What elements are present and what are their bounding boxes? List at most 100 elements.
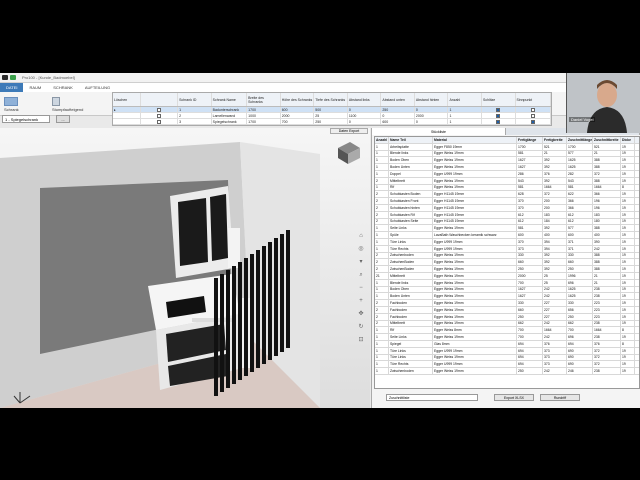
point-checkbox[interactable] (515, 107, 552, 112)
table-row[interactable]: 2 Schubkasten Rif Egger H1145 19mm 612 183 61… (375, 211, 639, 219)
col-part-name: Name Teil (389, 137, 433, 143)
table-row[interactable]: 1 Boden Oben Egger Weiss 19mm 1627 392 1625 38… (375, 157, 639, 165)
tab-schrank[interactable]: SCHRANK (47, 83, 79, 92)
table-row[interactable]: 2 Schubkasten hinten Egger H1145 19mm 370 20… (375, 204, 639, 212)
home-icon[interactable]: ⌂ (359, 233, 363, 240)
rotate-icon[interactable]: ↻ (358, 324, 363, 331)
table-row[interactable]: 1 Spiegel Glas 8mm 694 376 694 376 8 (375, 340, 639, 348)
table-row[interactable]: 1 Türe Rechts Egger U999 19mm 373 394 371 242 1… (375, 245, 639, 253)
cell[interactable]: 250 (381, 107, 415, 112)
table-row[interactable]: 2 Fachboden Egger Weiss 19mm 660 227 656 223 19 (375, 306, 639, 314)
table-row[interactable]: 1 Boden Unten Egger Weiss 19mm 1627 392 1625 3… (375, 164, 639, 171)
table-row[interactable]: 1 Türe Links Egger Weiss 19mm 694 373 690 372 1… (375, 354, 639, 362)
tab-raum[interactable]: RAUM (23, 83, 47, 92)
cell: 694 (517, 347, 543, 354)
table-row[interactable]: 2 Mittelbrett Egger Weiss 19mm 543 392 543 388… (375, 177, 639, 185)
ribbon-group-aufteilung[interactable]: Stumpfaufteigend (52, 97, 83, 112)
table-row[interactable]: 21 Mittelbrett Egger Weiss 19mm 2000 25 1996 2… (375, 272, 639, 280)
navigation-toolbar: ⌂ ◎ ▾ ⌕ − + ✥ ↻ ⊡ (357, 233, 365, 344)
table-row[interactable]: 1 Türe Rechts Egger U999 19mm 694 373 690 372 1… (375, 361, 639, 369)
cell[interactable]: Badunterschrank (211, 107, 248, 112)
cell: Egger Weiss 8mm (433, 327, 517, 334)
cell: 690 (567, 361, 593, 368)
browse-button[interactable]: ... (56, 115, 70, 123)
table-row[interactable]: 3 Spiegelschrank 1700 700 250 0 600 0 1 (113, 119, 552, 125)
table-row[interactable]: 2 Schubkasten Seite Egger H1145 19mm 612 184… (375, 218, 639, 226)
row-checkbox[interactable] (141, 119, 179, 124)
col-material: Material (433, 137, 517, 143)
tab-parts-list[interactable]: Stückliste (372, 128, 506, 135)
table-row[interactable]: 1 Arbeitsplatte Egger F850 19mm 1700 521 1700… (375, 143, 639, 151)
ribbon-group-schrank[interactable]: Schrank (4, 97, 19, 112)
cell[interactable]: Lamellenwand (212, 113, 248, 118)
cell[interactable]: 1700 (247, 119, 281, 124)
table-row[interactable]: 2 Zwischenboden Egger Weiss 19mm 330 392 330 3… (375, 252, 639, 260)
target-icon[interactable]: ◎ (358, 246, 363, 253)
table-row[interactable]: 1 Seite Links Egger Weiss 19mm 581 392 577 388… (375, 225, 639, 233)
view-cube-icon[interactable] (338, 142, 360, 164)
cell[interactable]: 1700 (247, 107, 281, 112)
data-export-button[interactable]: Daten Export (330, 128, 368, 134)
point-checkbox[interactable] (516, 113, 552, 118)
presenter-video (567, 73, 640, 133)
fit-icon[interactable]: ⊡ (358, 337, 363, 344)
table-row[interactable]: 2 Fachboden Egger Weiss 19mm 250 227 250 223 19 (375, 313, 639, 321)
cell[interactable]: 1100 (348, 113, 382, 118)
cell[interactable]: 0 (347, 107, 382, 112)
table-row[interactable]: 2 Mittelbrett Egger Weiss 19mm 662 242 662 238… (375, 320, 639, 328)
cell[interactable]: 25 (314, 113, 348, 118)
cell[interactable]: 500 (314, 107, 348, 112)
slot-checkbox[interactable] (482, 107, 516, 112)
table-row[interactable]: 1 Spüle LavaBath Waschbecken keramik schwa… (375, 232, 639, 239)
cell[interactable]: 1 (448, 107, 482, 112)
table-row[interactable]: 1 Türe Links Egger U999 19mm 370 394 371 390 19 (375, 238, 639, 246)
list-type-select[interactable]: Zuschnittliste (386, 394, 478, 401)
table-row[interactable]: 1 Rif Egger Weiss 19mm 581 1664 581 1664 8 (375, 184, 639, 192)
table-row[interactable]: 2 Fachboden Egger Weiss 19mm 330 227 330 223 19 (375, 300, 639, 307)
slot-checkbox[interactable] (482, 119, 516, 124)
3d-viewport[interactable] (0, 128, 370, 408)
tab-datei[interactable]: DATEI (0, 83, 24, 92)
cell[interactable]: 0 (348, 119, 382, 124)
table-row[interactable]: 1 Rif Egger Weiss 8mm 700 1664 700 1664 8 (375, 327, 639, 335)
cell[interactable]: 2000 (281, 113, 315, 118)
cell[interactable]: 0 (381, 113, 415, 118)
cell[interactable]: 0 (414, 107, 449, 112)
zoom-out-icon[interactable]: − (359, 285, 363, 292)
rundriff-button[interactable]: Rundriff (540, 394, 580, 401)
cell[interactable]: 1 (448, 119, 482, 124)
cell[interactable]: 600 (280, 107, 315, 112)
table-row[interactable]: 1 Blende links Egger Weiss 19mm 581 21 577 21 1… (375, 150, 639, 158)
row-checkbox[interactable] (141, 113, 179, 118)
table-row[interactable]: 1 Seite Links Egger Weiss 19mm 700 242 696 238… (375, 334, 639, 341)
cell[interactable]: 250 (314, 119, 348, 124)
table-row[interactable]: 1 Boden Unten Egger Weiss 19mm 1627 242 1625 2… (375, 293, 639, 301)
table-row[interactable]: 2 Schubkasten Front Egger H1145 19mm 370 200… (375, 198, 639, 205)
table-row[interactable]: 1 Boden Oben Egger Weiss 19mm 1627 242 1625 23… (375, 286, 639, 294)
cell[interactable]: 0 (415, 119, 449, 124)
table-row[interactable]: 1 Zwischenboden Egger Weiss 19mm 250 242 246 2… (375, 368, 639, 375)
cell[interactable]: 1000 (247, 113, 281, 118)
cell[interactable]: 600 (381, 119, 415, 124)
table-row[interactable]: 2 Schubkasten Boden Egger H1145 19mm 628 372… (375, 191, 639, 199)
point-checkbox[interactable] (516, 119, 552, 124)
table-row[interactable]: 1 Türe Links Egger U999 19mm 694 373 690 372 19 (375, 347, 639, 355)
table-row[interactable]: 1 Doppel Egger U999 19mm 286 376 282 372 19 (375, 170, 639, 178)
export-xlsx-button[interactable]: Export XLSX (494, 394, 534, 401)
zoom-in-icon[interactable]: + (359, 298, 363, 305)
cell[interactable]: 2000 (415, 113, 449, 118)
row-checkbox[interactable] (140, 107, 179, 112)
cell[interactable]: 700 (281, 119, 315, 124)
table-row[interactable]: 1 Blende links Egger Weiss 19mm 700 25 696 21 1… (375, 279, 639, 287)
table-row[interactable]: 2 ZwischenBoden Egger Weiss 19mm 250 392 250 3… (375, 266, 639, 273)
cell[interactable]: Spiegelschrank (212, 119, 248, 124)
cabinet-select[interactable]: 1 - Spiegelschrank (2, 115, 50, 123)
down-icon[interactable]: ▾ (359, 259, 362, 266)
slot-checkbox[interactable] (482, 113, 516, 118)
table-row[interactable]: 2 ZwischenBoden Egger Weiss 19mm 660 392 660 3… (375, 259, 639, 267)
cell[interactable]: 1 (448, 113, 482, 118)
search-icon[interactable]: ⌕ (359, 272, 362, 279)
cell: Mittelbrett (389, 177, 433, 184)
move-icon[interactable]: ✥ (358, 311, 363, 318)
tab-aufteilung[interactable]: AUFTEILUNG (79, 83, 116, 92)
